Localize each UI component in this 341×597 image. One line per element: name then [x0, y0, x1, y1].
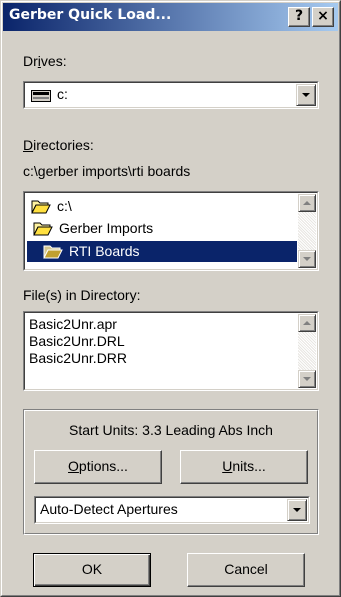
chevron-down-icon: [303, 377, 311, 381]
file-item[interactable]: Basic2Unr.DRR: [29, 350, 127, 366]
drives-dropdown-button[interactable]: [296, 84, 316, 106]
drives-value: c:: [57, 86, 68, 102]
files-listbox[interactable]: Basic2Unr.apr Basic2Unr.DRL Basic2Unr.DR…: [23, 311, 319, 391]
chevron-down-icon: [293, 508, 301, 512]
scroll-down-button[interactable]: [298, 250, 316, 268]
directory-item-label: RTI Boards: [69, 243, 140, 259]
scroll-up-button[interactable]: [298, 194, 316, 212]
close-button[interactable]: ×: [312, 7, 334, 27]
directories-label-part: irectories:: [33, 137, 94, 153]
options-mnemonic: O: [68, 458, 79, 474]
files-listbox-field: Basic2Unr.apr Basic2Unr.DRL Basic2Unr.DR…: [24, 312, 318, 390]
directory-item-rti-boards[interactable]: RTI Boards: [27, 241, 297, 262]
file-item[interactable]: Basic2Unr.apr: [29, 316, 117, 332]
units-button[interactable]: Units...: [180, 450, 308, 484]
directories-listbox[interactable]: c:\ Gerber Imports RTI Boards: [23, 191, 319, 271]
chevron-up-icon: [303, 321, 311, 325]
gerber-quick-load-dialog: Gerber Quick Load... ? × Drives: c: Dire…: [0, 0, 341, 597]
ok-button[interactable]: OK: [33, 553, 151, 587]
options-button[interactable]: Options...: [34, 450, 162, 484]
directories-listbox-field: c:\ Gerber Imports RTI Boards: [24, 192, 318, 270]
start-units-text: Start Units: 3.3 Leading Abs Inch: [69, 422, 273, 438]
dialog-title: Gerber Quick Load...: [9, 7, 172, 23]
settings-group: Start Units: 3.3 Leading Abs Inch Option…: [23, 409, 319, 535]
directory-item-label: c:\: [57, 198, 72, 214]
units-label: nits...: [232, 458, 266, 474]
aperture-mode-select[interactable]: Auto-Detect Apertures: [34, 496, 310, 524]
drives-label: Drives:: [23, 53, 67, 69]
hard-drive-icon: [31, 89, 51, 105]
drives-combobox-field: c:: [24, 82, 318, 108]
chevron-down-icon: [303, 257, 311, 261]
options-label: ptions...: [78, 458, 128, 474]
scroll-down-button[interactable]: [298, 370, 316, 388]
scroll-up-button[interactable]: [298, 314, 316, 332]
drives-combobox[interactable]: c:: [23, 81, 319, 109]
drives-label-part: ves:: [40, 53, 67, 69]
aperture-mode-value: Auto-Detect Apertures: [40, 501, 178, 517]
cancel-button[interactable]: Cancel: [187, 553, 305, 587]
files-scrollbar[interactable]: [298, 314, 316, 388]
open-folder-icon: [43, 244, 63, 262]
drives-label-part: Dr: [23, 53, 38, 69]
directory-item-root[interactable]: c:\: [27, 196, 297, 217]
title-bar[interactable]: Gerber Quick Load... ? ×: [3, 3, 338, 31]
aperture-mode-dropdown-button[interactable]: [287, 499, 307, 521]
directory-item-gerber-imports[interactable]: Gerber Imports: [27, 218, 297, 239]
aperture-mode-field: Auto-Detect Apertures: [35, 497, 309, 523]
units-mnemonic: U: [222, 458, 233, 474]
directories-scrollbar[interactable]: [298, 194, 316, 268]
open-folder-icon: [31, 199, 51, 217]
directories-label: Directories:: [23, 137, 94, 153]
open-folder-icon: [33, 221, 53, 239]
current-directory-path: c:\gerber imports\rti boards: [23, 163, 191, 179]
chevron-down-icon: [302, 93, 310, 97]
file-item[interactable]: Basic2Unr.DRL: [29, 333, 125, 349]
help-button[interactable]: ?: [288, 7, 310, 27]
directory-item-label: Gerber Imports: [59, 220, 154, 236]
files-label: File(s) in Directory:: [23, 287, 141, 303]
directories-label-mnemonic: D: [23, 137, 34, 153]
chevron-up-icon: [303, 201, 311, 205]
